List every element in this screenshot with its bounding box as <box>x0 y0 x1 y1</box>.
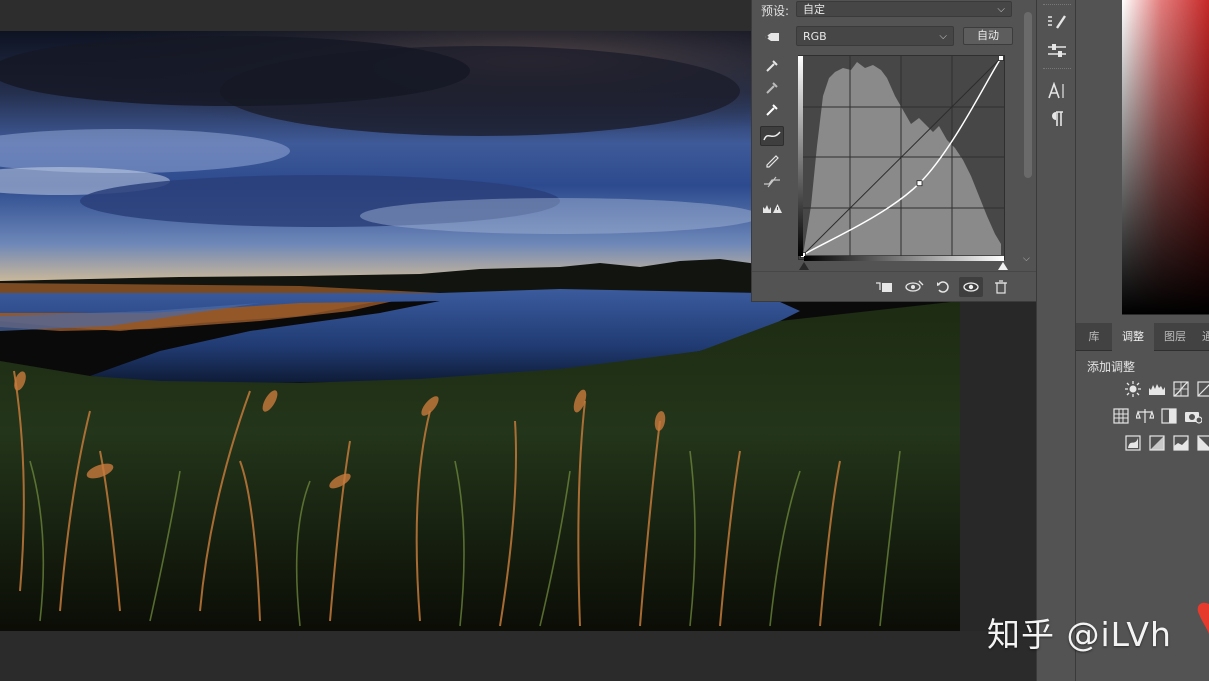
levels-icon[interactable] <box>1148 381 1166 397</box>
tab-libraries[interactable]: 库 <box>1076 323 1112 351</box>
scrollbar-thumb[interactable] <box>1024 12 1032 178</box>
posterize-icon[interactable] <box>1148 435 1166 451</box>
pasteboard-bottom <box>0 631 1036 681</box>
gradient-map-icon[interactable] <box>1196 435 1209 451</box>
channel-value: RGB <box>803 30 827 43</box>
properties-panel-curves: 预设: 自定 ⌵ RGB ⌵ 自动 ⌵ <box>751 0 1037 302</box>
strip-separator <box>1043 4 1071 6</box>
eyedropper-gray-icon[interactable] <box>760 78 784 98</box>
preset-label: 预设: <box>761 4 790 18</box>
curve-point-icon[interactable] <box>760 126 784 146</box>
properties-scrollbar[interactable]: ⌵ <box>1022 0 1034 270</box>
black-white-icon[interactable] <box>1160 408 1178 424</box>
color-balance-icon[interactable] <box>1136 408 1154 424</box>
preset-dropdown[interactable]: 自定 ⌵ <box>796 1 1012 17</box>
character-icon[interactable] <box>1045 80 1069 102</box>
color-field-border <box>1122 314 1209 315</box>
add-adjustment-label: 添加调整 <box>1087 360 1136 374</box>
adjustments-sliders-icon[interactable] <box>1045 40 1069 62</box>
tab-channels[interactable]: 通 <box>1196 323 1209 351</box>
color-picker-field[interactable] <box>1122 0 1209 314</box>
channel-dropdown[interactable]: RGB ⌵ <box>796 26 954 46</box>
right-panel-dock: 库 调整 图层 通 添加调整 <box>1076 0 1209 681</box>
white-point-slider[interactable] <box>998 262 1008 270</box>
clipping-warning-icon[interactable] <box>760 198 784 218</box>
eyedropper-black-icon[interactable] <box>760 56 784 76</box>
preset-value: 自定 <box>803 3 825 16</box>
hand-target-icon[interactable] <box>760 27 784 47</box>
black-point-slider[interactable] <box>799 262 809 270</box>
reset-icon[interactable] <box>931 277 955 297</box>
pencil-icon[interactable] <box>760 150 784 170</box>
heart-logo-icon <box>1197 602 1209 634</box>
chevron-down-icon: ⌵ <box>997 4 1005 15</box>
threshold-icon[interactable] <box>1172 435 1190 451</box>
photo-filter-icon[interactable] <box>1184 408 1202 424</box>
paragraph-icon[interactable] <box>1045 108 1069 130</box>
zhihu-watermark: 知乎 @iLVh <box>987 615 1172 654</box>
brush-settings-icon[interactable] <box>1045 11 1069 33</box>
tab-adjustments[interactable]: 调整 <box>1112 323 1154 351</box>
photoshop-workspace: 预设: 自定 ⌵ RGB ⌵ 自动 ⌵ 库 调整 图层 通 添加调整 知乎 @i… <box>0 0 1209 681</box>
vibrance-icon[interactable] <box>1112 408 1130 424</box>
curve-control-point[interactable] <box>916 180 923 187</box>
clip-to-layer-icon[interactable] <box>872 277 896 297</box>
panel-tabs: 库 调整 图层 通 <box>1076 323 1209 351</box>
panel-icon-strip <box>1036 0 1076 681</box>
delete-icon[interactable] <box>989 277 1013 297</box>
output-gradient-bar <box>798 56 803 256</box>
exposure-icon[interactable] <box>1196 381 1209 397</box>
view-previous-icon[interactable] <box>902 277 926 297</box>
auto-button[interactable]: 自动 <box>963 27 1013 45</box>
tab-layers[interactable]: 图层 <box>1154 323 1196 351</box>
eyedropper-white-icon[interactable] <box>760 100 784 120</box>
chevron-down-icon: ⌵ <box>939 31 947 42</box>
curve-control-point[interactable] <box>998 55 1004 61</box>
strip-separator <box>1043 68 1071 70</box>
properties-footer <box>752 271 1037 301</box>
input-gradient-bar <box>804 256 1004 261</box>
visibility-icon[interactable] <box>959 277 983 297</box>
brightness-contrast-icon[interactable] <box>1124 381 1142 397</box>
curves-graph[interactable] <box>798 55 1005 260</box>
curves-adjustment-icon[interactable] <box>1172 381 1190 397</box>
smooth-icon[interactable] <box>760 172 784 192</box>
invert-icon[interactable] <box>1124 435 1142 451</box>
scroll-down-icon[interactable]: ⌵ <box>1023 254 1030 264</box>
